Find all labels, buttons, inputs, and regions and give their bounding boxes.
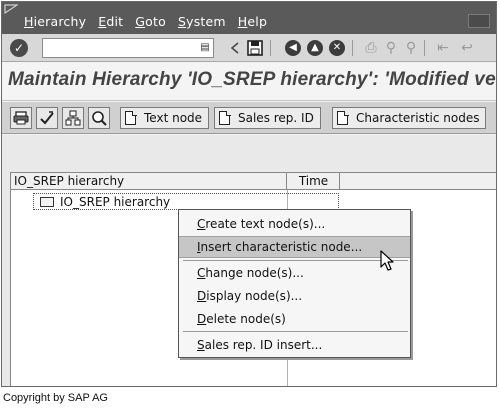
application-toolbar: Text node Sales rep. ID Characteristic n…: [2, 102, 496, 134]
previous-page-icon[interactable]: ↩: [458, 39, 476, 57]
back-icon[interactable]: ◀: [284, 39, 302, 57]
context-menu: Create text node(s)... Insert characteri…: [178, 209, 411, 358]
menu-item-label: ales rep. ID insert...: [204, 338, 323, 352]
title-bar: Maintain Hierarchy 'IO_SREP hierarchy': …: [2, 63, 496, 101]
magnifier-icon: [92, 111, 107, 126]
menu-mnemonic: S: [177, 14, 187, 29]
copyright-caption: Copyright by SAP AG: [3, 392, 108, 404]
save-hierarchy-button[interactable]: [10, 107, 32, 129]
menu-mnemonic: S: [197, 338, 205, 352]
text-node-button[interactable]: Text node: [120, 107, 210, 129]
sap-window: Hierarchy Edit Goto System Help ✓ ▤ ◀ ▲ …: [1, 1, 497, 387]
column-header-hierarchy[interactable]: IO_SREP hierarchy: [11, 173, 287, 190]
hierarchy-structure-button[interactable]: [62, 107, 84, 129]
menu-label: dit: [106, 14, 124, 29]
menu-mnemonic: H: [24, 14, 34, 29]
window-control[interactable]: [468, 14, 490, 28]
tree-node-label: IO_SREP hierarchy: [60, 194, 171, 209]
document-icon: [219, 110, 231, 125]
command-history-icon[interactable]: ▤: [199, 41, 211, 55]
menu-item-create-text-node[interactable]: Create text node(s)...: [179, 213, 410, 235]
print-icon[interactable]: ⎙: [362, 39, 380, 57]
menu-item-change-nodes[interactable]: Change node(s)...: [179, 262, 410, 284]
find-icon[interactable]: ⚲: [382, 39, 400, 57]
button-label: Characteristic nodes: [356, 111, 480, 125]
menu-item-label: hange node(s)...: [205, 266, 304, 280]
button-label: Sales rep. ID: [238, 111, 314, 125]
toolbar-separator: [270, 40, 271, 56]
menu-mnemonic: D: [197, 289, 207, 303]
menu-item-label: elete node(s): [206, 312, 286, 326]
find-next-icon[interactable]: ⚲: [402, 39, 420, 57]
hierarchy-icon: [65, 110, 81, 126]
menu-label: ierarchy: [33, 14, 87, 29]
menu-help[interactable]: Help: [238, 14, 267, 29]
cancel-icon[interactable]: ✕: [328, 39, 346, 57]
check-icon: [40, 111, 54, 125]
tree-header: IO_SREP hierarchy Time: [11, 173, 496, 190]
exit-icon[interactable]: ▲: [306, 39, 324, 57]
menu-item-label: reate text node(s)...: [205, 217, 326, 231]
menu-mnemonic: G: [135, 14, 146, 29]
document-icon: [337, 110, 349, 125]
characteristic-nodes-button[interactable]: Characteristic nodes: [332, 107, 487, 129]
document-icon: [125, 110, 137, 125]
menu-item-delete-nodes[interactable]: Delete node(s): [179, 308, 410, 330]
standard-toolbar: ✓ ▤ ◀ ▲ ✕ ⎙ ⚲ ⚲ ⇤ ↩: [2, 34, 496, 62]
menu-label: elp: [247, 14, 268, 29]
menu-item-display-nodes[interactable]: Display node(s)...: [179, 285, 410, 307]
toolbar-separator: [424, 40, 425, 56]
menu-label: oto: [145, 14, 166, 29]
page-title: Maintain Hierarchy 'IO_SREP hierarchy': …: [8, 69, 496, 90]
folder-icon: [40, 196, 54, 207]
first-page-icon[interactable]: ⇤: [434, 39, 452, 57]
tree-root-node[interactable]: IO_SREP hierarchy: [33, 193, 339, 210]
back-triangle-icon[interactable]: [226, 39, 244, 57]
command-input[interactable]: [45, 40, 193, 56]
menu-bar: Hierarchy Edit Goto System Help: [2, 2, 496, 34]
menu-item-insert-characteristic-node[interactable]: Insert characteristic node...: [179, 236, 410, 258]
column-header-time[interactable]: Time: [288, 173, 340, 190]
menu-hierarchy[interactable]: Hierarchy: [24, 14, 86, 29]
command-field[interactable]: ▤: [42, 38, 214, 58]
menu-mnemonic: H: [237, 14, 248, 29]
menu-system[interactable]: System: [178, 14, 226, 29]
system-menu-icon[interactable]: [4, 4, 18, 14]
menu-separator: [183, 260, 408, 261]
mouse-pointer-icon: [380, 250, 394, 271]
enter-checkmark-icon[interactable]: ✓: [10, 39, 28, 57]
check-button[interactable]: [36, 107, 58, 129]
menu-item-label: isplay node(s)...: [206, 289, 303, 303]
find-node-button[interactable]: [88, 107, 110, 129]
menu-mnemonic: D: [197, 312, 207, 326]
menu-label: ystem: [186, 14, 226, 29]
menu-edit[interactable]: Edit: [98, 14, 123, 29]
menu-separator: [183, 331, 408, 332]
menu-item-label: nsert characteristic node...: [200, 240, 363, 254]
button-label: Text node: [144, 111, 203, 125]
print-icon: [13, 111, 29, 125]
menu-goto[interactable]: Goto: [135, 14, 166, 29]
save-icon[interactable]: [246, 39, 264, 57]
menu-item-sales-rep-id-insert[interactable]: Sales rep. ID insert...: [179, 334, 410, 356]
sales-rep-id-button[interactable]: Sales rep. ID: [214, 107, 321, 129]
toolbar-separator: [352, 40, 353, 56]
